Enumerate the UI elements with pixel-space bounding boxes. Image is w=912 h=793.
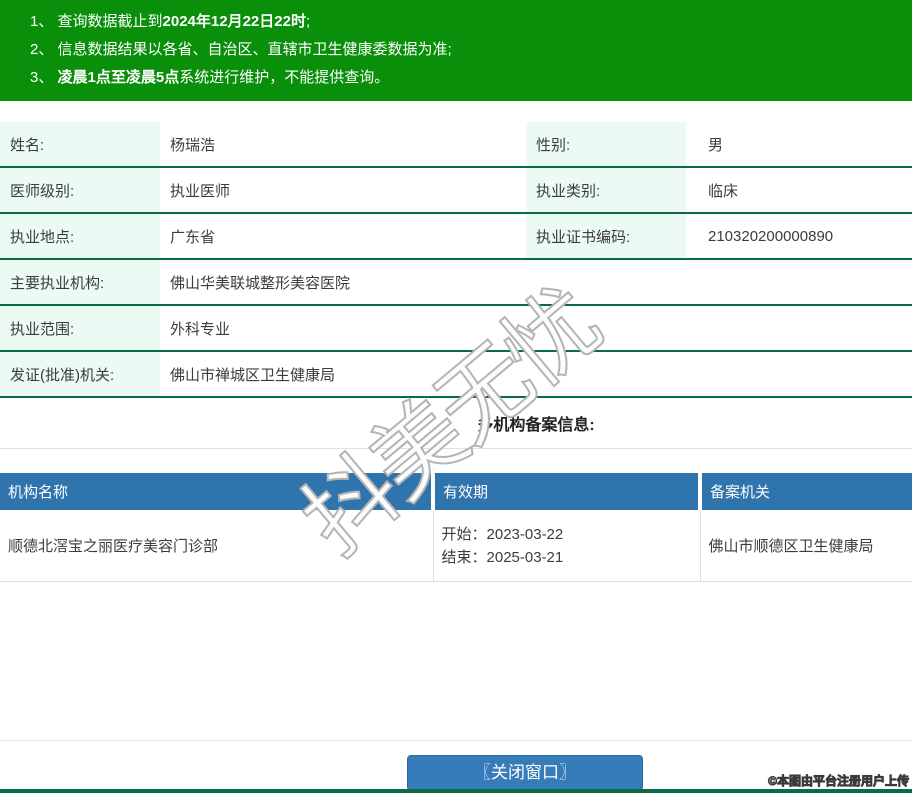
footer-divider [0,740,912,741]
notice-text: 系统进行维护，不能提供查询。 [179,69,390,86]
practice-category-value: 临床 [686,167,912,214]
gender-label: 性别: [526,122,686,168]
table-row: 姓名: 杨瑞浩 性别: 男 [0,122,912,168]
issuing-authority-label: 发证(批准)机关: [0,351,160,398]
query-result-page: 1、 查询数据截止到2024年12月22日22时; 2、 信息数据结果以各省、自… [0,0,912,793]
validity-end-label: 结束： [441,548,487,566]
main-institution-value: 佛山华美联城整形美容医院 [160,259,912,306]
multi-institution-record-table: 机构名称 有效期 备案机关 顺德北滘宝之丽医疗美容门诊部 开始：2023-03-… [0,473,912,582]
corner-watermark: ©本图由平台注册用户上传 [768,774,910,789]
org-name-value: 顺德北滘宝之丽医疗美容门诊部 [0,510,434,582]
notice-text: 1、 查询数据截止到 [30,13,163,30]
org-name-header: 机构名称 [0,473,435,510]
practice-scope-value: 外科专业 [160,305,912,352]
bottom-green-bar [0,789,912,793]
notice-text-bold: 凌晨1点至凌晨5点 [57,69,180,86]
certificate-number-value: 210320200000890 [686,213,912,260]
table-row: 多机构备案信息: [0,397,912,449]
validity-end: 结束：2025-03-21 [442,546,699,569]
practice-location-value: 广东省 [160,213,526,260]
notice-line-2: 2、 信息数据结果以各省、自治区、直辖市卫生健康委数据为准; [30,36,892,64]
validity-header: 有效期 [433,473,702,510]
certificate-number-label: 执业证书编码: [526,213,686,260]
notice-line-1: 1、 查询数据截止到2024年12月22日22时; [30,8,892,36]
notice-text: ; [305,13,311,30]
table-row: 医师级别: 执业医师 执业类别: 临床 [0,167,912,214]
main-institution-label: 主要执业机构: [0,259,160,306]
validity-start-date: 2023-03-22 [486,525,564,543]
practice-scope-label: 执业范围: [0,305,160,352]
validity-end-date: 2025-03-21 [486,548,564,566]
practice-location-label: 执业地点: [0,213,160,260]
gender-value: 男 [686,122,912,168]
validity-value: 开始：2023-03-22 结束：2025-03-21 [433,510,701,582]
doctor-level-value: 执业医师 [160,167,526,214]
record-authority-value: 佛山市顺德区卫生健康局 [700,510,912,582]
notice-text: 3、 [30,69,58,86]
table-row: 发证(批准)机关: 佛山市禅城区卫生健康局 [0,351,912,398]
practitioner-info-table: 姓名: 杨瑞浩 性别: 男 医师级别: 执业医师 执业类别: 临床 执业地点: … [0,122,912,449]
record-authority-header: 备案机关 [700,473,912,510]
notice-text-bold: 2024年12月22日22时 [162,13,306,30]
name-label: 姓名: [0,122,160,168]
table-row: 主要执业机构: 佛山华美联城整形美容医院 [0,259,912,306]
practice-category-label: 执业类别: [526,167,686,214]
table-row: 执业地点: 广东省 执业证书编码: 210320200000890 [0,213,912,260]
doctor-level-label: 医师级别: [0,167,160,214]
table-header-row: 机构名称 有效期 备案机关 [0,473,912,510]
notice-line-3: 3、 凌晨1点至凌晨5点系统进行维护，不能提供查询。 [30,64,892,92]
multi-institution-section-title: 多机构备案信息: [0,397,912,449]
table-row: 顺德北滘宝之丽医疗美容门诊部 开始：2023-03-22 结束：2025-03-… [0,510,912,582]
notice-banner: 1、 查询数据截止到2024年12月22日22时; 2、 信息数据结果以各省、自… [0,0,912,101]
close-window-button[interactable]: 〖关闭窗口〗 [407,755,643,791]
table-row: 执业范围: 外科专业 [0,305,912,352]
name-value: 杨瑞浩 [160,122,526,168]
notice-text: 2、 信息数据结果以各省、自治区、直辖市卫生健康委数据为准; [30,41,452,58]
issuing-authority-value: 佛山市禅城区卫生健康局 [160,351,912,398]
validity-start-label: 开始： [441,525,487,543]
validity-start: 开始：2023-03-22 [442,523,699,546]
